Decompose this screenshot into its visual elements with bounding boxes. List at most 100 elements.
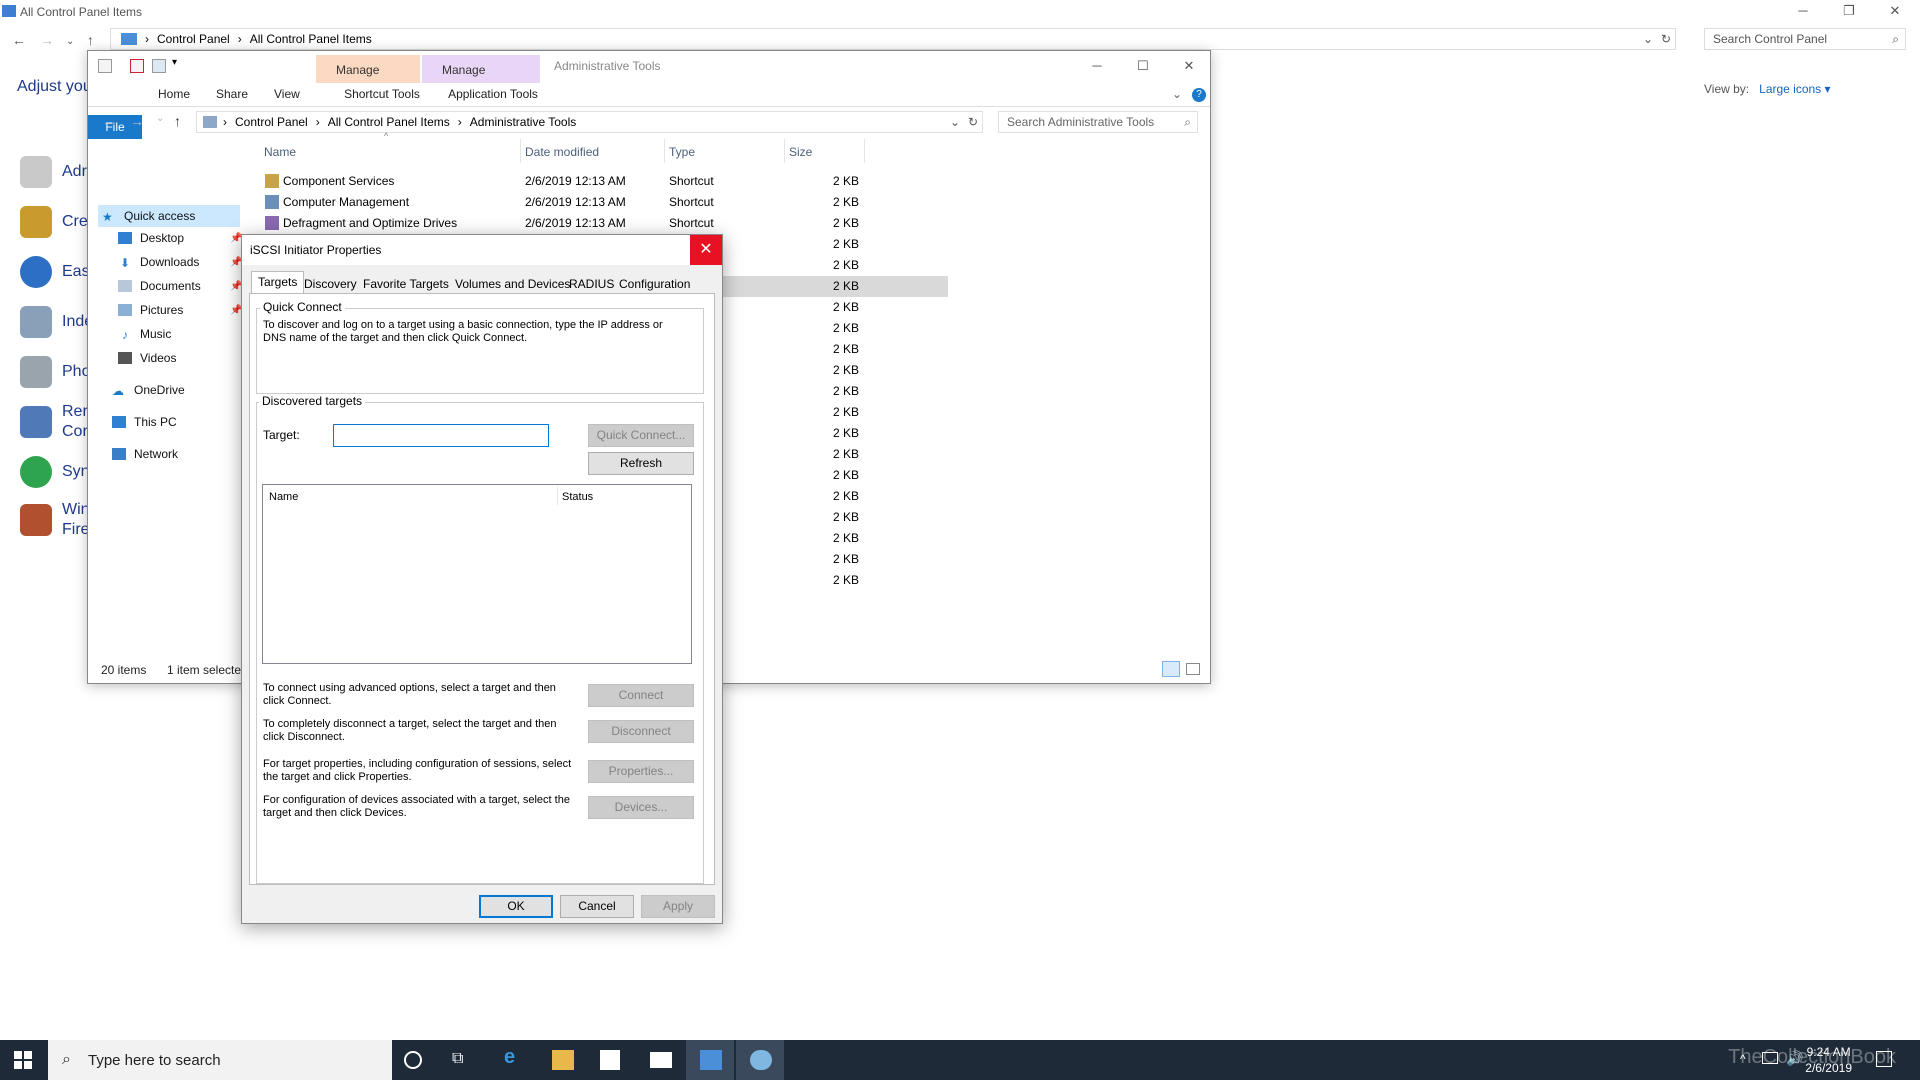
nav-this-pc[interactable]: This PC	[112, 415, 177, 429]
column-divider[interactable]	[784, 139, 785, 163]
tab-view[interactable]: View	[274, 87, 300, 101]
refresh-icon[interactable]: ↻	[968, 115, 978, 129]
address-bar[interactable]: › Control Panel › All Control Panel Item…	[110, 28, 1676, 50]
forward-arrow-icon[interactable]: →	[40, 32, 54, 48]
store-icon[interactable]	[600, 1050, 620, 1070]
explorer-address-bar[interactable]: › Control Panel › All Control Panel Item…	[196, 111, 983, 133]
column-type[interactable]: Type	[669, 145, 695, 159]
view-by-dropdown[interactable]: Large icons ▾	[1759, 82, 1830, 96]
discovered-targets-list[interactable]: Name Status	[262, 484, 692, 664]
dropdown-chevron-icon[interactable]: ⌄	[950, 115, 960, 129]
cp-item-ease-of-access[interactable]: Eas	[20, 256, 90, 288]
cortana-icon[interactable]	[404, 1051, 422, 1069]
tab-share[interactable]: Share	[216, 87, 248, 101]
tab-home[interactable]: Home	[158, 87, 190, 101]
recent-chevron-icon[interactable]: ⌄	[156, 113, 164, 124]
nav-quick-access[interactable]: ★ Quick access	[98, 205, 240, 227]
breadcrumb-item[interactable]: All Control Panel Items	[328, 115, 450, 129]
forward-arrow-icon[interactable]: →	[130, 113, 144, 129]
volume-icon[interactable]: 🔊	[1786, 1050, 1803, 1067]
notification-chevron-icon[interactable]: ^	[1740, 1052, 1746, 1066]
file-row[interactable]: Computer Management 2/6/2019 12:13 AM Sh…	[263, 192, 948, 213]
close-button[interactable]: ✕	[1872, 0, 1918, 24]
file-explorer-icon[interactable]	[552, 1050, 574, 1070]
search-control-panel-input[interactable]: Search Control Panel ⌕	[1704, 28, 1906, 50]
cancel-button[interactable]: Cancel	[560, 895, 634, 918]
column-divider[interactable]	[864, 139, 865, 163]
cp-item-firewall[interactable]: Win Fire	[20, 500, 90, 540]
mail-icon[interactable]	[650, 1052, 672, 1068]
close-button[interactable]: ✕	[1166, 55, 1212, 79]
nav-documents[interactable]: Documents	[118, 279, 201, 293]
ok-button[interactable]: OK	[479, 895, 553, 918]
action-center-icon[interactable]	[1876, 1051, 1892, 1067]
nav-desktop[interactable]: Desktop	[118, 231, 184, 245]
nav-music[interactable]: ♪ Music	[118, 327, 171, 342]
customize-toolbar-icon[interactable]: ▾	[172, 57, 177, 68]
column-divider[interactable]	[557, 487, 558, 505]
column-divider[interactable]	[520, 139, 521, 163]
ribbon-expand-chevron-icon[interactable]: ⌄	[1172, 87, 1182, 101]
breadcrumb-item[interactable]: Administrative Tools	[470, 115, 577, 129]
search-administrative-tools-input[interactable]: Search Administrative Tools ⌕	[998, 111, 1198, 133]
minimize-button[interactable]: ─	[1780, 0, 1826, 24]
file-row[interactable]: Defragment and Optimize Drives 2/6/2019 …	[263, 213, 948, 234]
properties-button[interactable]: Properties...	[588, 760, 694, 783]
tab-shortcut-tools[interactable]: Shortcut Tools	[330, 87, 434, 101]
breadcrumb-item[interactable]: Control Panel	[157, 32, 230, 46]
cp-item-credential[interactable]: Cre	[20, 206, 88, 238]
taskbar-search-box[interactable]: ⌕ Type here to search	[48, 1040, 392, 1080]
devices-button[interactable]: Devices...	[588, 796, 694, 819]
column-size[interactable]: Size	[789, 145, 812, 159]
properties-quick-icon[interactable]	[98, 59, 112, 73]
new-folder-quick-icon[interactable]	[152, 59, 166, 73]
nav-downloads[interactable]: ⬇ Downloads	[118, 255, 199, 270]
breadcrumb-item[interactable]: All Control Panel Items	[250, 32, 372, 46]
network-tray-icon[interactable]	[1762, 1052, 1778, 1064]
apply-button[interactable]: Apply	[641, 895, 715, 918]
dialog-close-button[interactable]: ✕	[690, 235, 722, 265]
nav-network[interactable]: Network	[112, 447, 178, 461]
taskbar-clock[interactable]: 9:24 AM 2/6/2019	[1805, 1044, 1852, 1076]
connect-button[interactable]: Connect	[588, 684, 694, 707]
restore-button[interactable]: ❐	[1826, 0, 1872, 24]
help-icon[interactable]: ?	[1192, 88, 1206, 102]
column-name[interactable]: Name	[264, 145, 296, 159]
back-arrow-icon[interactable]: ←	[12, 32, 26, 48]
column-date-modified[interactable]: Date modified	[525, 145, 599, 159]
list-column-status[interactable]: Status	[562, 491, 593, 503]
maximize-button[interactable]: ☐	[1120, 55, 1166, 79]
tab-volumes-and-devices[interactable]: Volumes and Devices	[448, 273, 577, 293]
large-icons-view-icon[interactable]	[1186, 663, 1200, 675]
cp-item-admin-tools[interactable]: Adr	[20, 156, 87, 188]
check-quick-icon[interactable]	[130, 59, 144, 73]
windows-start-icon[interactable]	[14, 1051, 32, 1069]
refresh-icon[interactable]: ↻	[1661, 32, 1671, 46]
refresh-button[interactable]: Refresh	[588, 452, 694, 475]
tab-configuration[interactable]: Configuration	[612, 273, 697, 293]
edge-browser-icon[interactable]: e	[504, 1046, 526, 1068]
cp-item-phone[interactable]: Pho	[20, 356, 90, 388]
cp-item-sync[interactable]: Syn	[20, 456, 90, 488]
task-view-icon[interactable]: ⧉	[452, 1050, 474, 1070]
up-arrow-icon[interactable]: ↑	[87, 32, 94, 48]
disconnect-button[interactable]: Disconnect	[588, 720, 694, 743]
tab-application-tools[interactable]: Application Tools	[434, 87, 552, 101]
tab-favorite-targets[interactable]: Favorite Targets	[356, 273, 456, 293]
minimize-button[interactable]: ─	[1074, 55, 1120, 79]
nav-pictures[interactable]: Pictures	[118, 303, 183, 317]
tab-discovery[interactable]: Discovery	[297, 273, 364, 293]
details-view-icon[interactable]	[1162, 661, 1180, 677]
cp-item-indexing[interactable]: Inde	[20, 306, 93, 338]
file-row[interactable]: Component Services 2/6/2019 12:13 AM Sho…	[263, 171, 948, 192]
breadcrumb-item[interactable]: Control Panel	[235, 115, 308, 129]
list-column-name[interactable]: Name	[269, 491, 298, 503]
dropdown-chevron-icon[interactable]: ⌄	[1643, 32, 1653, 46]
recent-chevron-icon[interactable]: ⌄	[66, 36, 74, 47]
up-arrow-icon[interactable]: ↑	[174, 113, 181, 129]
cp-item-remote[interactable]: Rer Cor	[20, 402, 88, 442]
back-arrow-icon[interactable]: ←	[102, 113, 116, 129]
column-divider[interactable]	[664, 139, 665, 163]
nav-onedrive[interactable]: ☁ OneDrive	[112, 383, 185, 398]
nav-videos[interactable]: Videos	[118, 351, 176, 365]
